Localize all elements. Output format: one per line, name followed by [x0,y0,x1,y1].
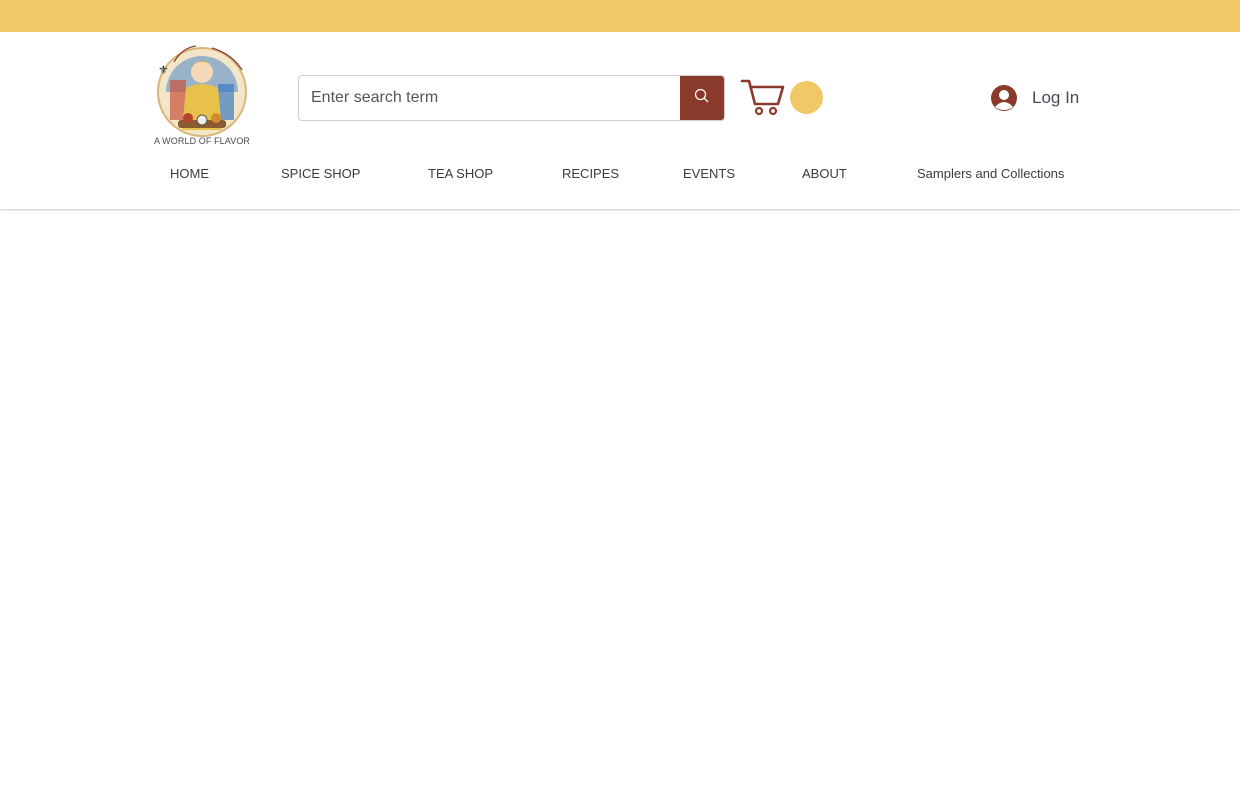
spice-shop-logo-icon[interactable]: ⚜ [152,40,252,148]
cart-icon [740,79,786,120]
search-button[interactable] [680,76,724,120]
nav-item-tea-shop[interactable]: TEA SHOP [428,166,493,181]
svg-text:⚜: ⚜ [158,63,169,77]
page-content [0,211,1240,800]
user-avatar-icon [990,84,1018,112]
search-bar [298,75,725,121]
nav-item-about[interactable]: ABOUT [802,166,847,181]
login-button[interactable]: Log In [990,82,1079,114]
announcement-bar [0,0,1240,32]
nav-item-home[interactable]: HOME [170,166,209,181]
logo-tagline: A WORLD OF FLAVOR [153,136,251,146]
nav-item-events[interactable]: EVENTS [683,166,735,181]
search-input[interactable] [299,76,681,120]
nav-item-spice-shop[interactable]: SPICE SHOP [281,166,360,181]
login-label: Log In [1032,88,1080,107]
nav-item-recipes[interactable]: RECIPES [562,166,619,181]
search-icon [694,88,710,109]
nav-item-samplers-and-collections[interactable]: Samplers and Collections [917,166,1064,181]
main-navigation: HOME SPICE SHOP TEA SHOP RECIPES EVENTS … [150,160,1090,190]
cart-button[interactable] [740,78,786,116]
cart-count-badge[interactable] [790,81,823,114]
